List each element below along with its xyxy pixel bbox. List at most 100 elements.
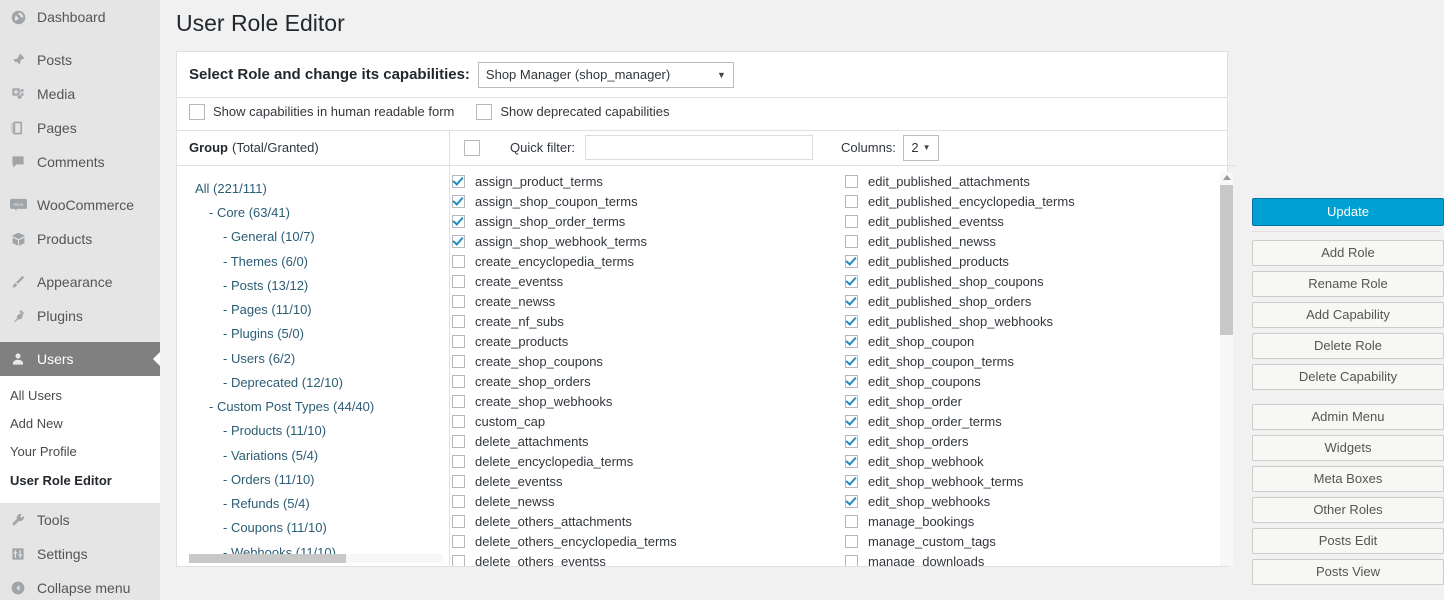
sidebar-item-media[interactable]: Media bbox=[0, 77, 160, 111]
capabilities-vscroll-thumb[interactable] bbox=[1220, 184, 1233, 335]
capability-checkbox[interactable] bbox=[452, 475, 465, 489]
posts-view-button[interactable]: Posts View bbox=[1252, 559, 1444, 585]
admin-menu-button[interactable]: Admin Menu bbox=[1252, 404, 1444, 430]
sidebar-subitem-your-profile[interactable]: Your Profile bbox=[0, 438, 160, 466]
sidebar-item-pages[interactable]: Pages bbox=[0, 111, 160, 145]
capability-row[interactable]: assign_product_terms bbox=[450, 172, 843, 192]
scroll-up-arrow-icon[interactable] bbox=[1222, 174, 1231, 180]
capability-row[interactable]: delete_encyclopedia_terms bbox=[450, 452, 843, 472]
capability-row[interactable]: delete_newss bbox=[450, 492, 843, 512]
select-all-capabilities-checkbox[interactable] bbox=[464, 139, 480, 156]
sidebar-item-woocommerce[interactable]: Woo WooCommerce bbox=[0, 188, 160, 222]
group-tree-item[interactable]: - Core (63/41) bbox=[177, 201, 449, 225]
group-tree-list[interactable]: All (221/111) - Core (63/41) - General (10… bbox=[177, 166, 449, 566]
capability-checkbox[interactable] bbox=[845, 175, 858, 189]
sidebar-item-tools[interactable]: Tools bbox=[0, 503, 160, 537]
capability-checkbox[interactable] bbox=[845, 295, 858, 309]
capability-checkbox[interactable] bbox=[452, 235, 465, 249]
group-tree-hscroll-thumb[interactable] bbox=[189, 553, 347, 563]
capability-checkbox[interactable] bbox=[845, 415, 858, 429]
capability-checkbox[interactable] bbox=[452, 495, 465, 509]
capability-checkbox[interactable] bbox=[845, 375, 858, 389]
capability-checkbox[interactable] bbox=[845, 315, 858, 329]
capability-row[interactable]: edit_published_shop_orders bbox=[843, 292, 1236, 312]
capability-row[interactable]: create_nf_subs bbox=[450, 312, 843, 332]
capability-row[interactable]: edit_shop_coupons bbox=[843, 372, 1236, 392]
role-select-dropdown[interactable]: Shop Manager (shop_manager) ▼ bbox=[477, 61, 734, 88]
capability-row[interactable]: edit_published_shop_coupons bbox=[843, 272, 1236, 292]
capabilities-vscrollbar[interactable] bbox=[1220, 171, 1233, 566]
group-tree-item[interactable]: - Custom Post Types (44/40) bbox=[177, 395, 449, 419]
rename-role-button[interactable]: Rename Role bbox=[1252, 271, 1444, 297]
capability-checkbox[interactable] bbox=[845, 515, 858, 529]
capability-checkbox[interactable] bbox=[845, 495, 858, 509]
sidebar-item-settings[interactable]: Settings bbox=[0, 537, 160, 571]
capability-checkbox[interactable] bbox=[845, 235, 858, 249]
add-role-button[interactable]: Add Role bbox=[1252, 240, 1444, 266]
show-deprecated-checkbox[interactable] bbox=[476, 103, 493, 120]
capability-row[interactable]: edit_published_encyclopedia_terms bbox=[843, 192, 1236, 212]
capability-row[interactable]: assign_shop_coupon_terms bbox=[450, 192, 843, 212]
capability-row[interactable]: delete_attachments bbox=[450, 432, 843, 452]
capability-row[interactable]: edit_published_products bbox=[843, 252, 1236, 272]
posts-edit-button[interactable]: Posts Edit bbox=[1252, 528, 1444, 554]
capability-checkbox[interactable] bbox=[845, 335, 858, 349]
delete-capability-button[interactable]: Delete Capability bbox=[1252, 364, 1444, 390]
group-tree-item[interactable]: - General (10/7) bbox=[177, 225, 449, 249]
capability-checkbox[interactable] bbox=[452, 535, 465, 549]
capability-row[interactable]: delete_others_encyclopedia_terms bbox=[450, 532, 843, 552]
capability-row[interactable]: create_eventss bbox=[450, 272, 843, 292]
capability-row[interactable]: create_encyclopedia_terms bbox=[450, 252, 843, 272]
capability-checkbox[interactable] bbox=[452, 435, 465, 449]
capability-checkbox[interactable] bbox=[452, 275, 465, 289]
sidebar-item-plugins[interactable]: Plugins bbox=[0, 299, 160, 333]
meta-boxes-button[interactable]: Meta Boxes bbox=[1252, 466, 1444, 492]
capability-checkbox[interactable] bbox=[452, 455, 465, 469]
capability-checkbox[interactable] bbox=[845, 275, 858, 289]
capability-row[interactable]: edit_shop_orders bbox=[843, 432, 1236, 452]
sidebar-item-collapse-menu[interactable]: Collapse menu bbox=[0, 571, 160, 600]
capability-row[interactable]: manage_downloads bbox=[843, 552, 1236, 566]
capability-row[interactable]: create_shop_webhooks bbox=[450, 392, 843, 412]
capability-checkbox[interactable] bbox=[452, 315, 465, 329]
group-tree-item[interactable]: - Coupons (11/10) bbox=[177, 516, 449, 540]
capability-row[interactable]: delete_others_attachments bbox=[450, 512, 843, 532]
widgets-button[interactable]: Widgets bbox=[1252, 435, 1444, 461]
capability-row[interactable]: edit_published_newss bbox=[843, 232, 1236, 252]
capability-row[interactable]: edit_shop_coupon bbox=[843, 332, 1236, 352]
capability-checkbox[interactable] bbox=[845, 355, 858, 369]
capability-checkbox[interactable] bbox=[452, 215, 465, 229]
group-tree-hscrollbar[interactable] bbox=[189, 553, 443, 563]
capability-checkbox[interactable] bbox=[452, 195, 465, 209]
capability-checkbox[interactable] bbox=[845, 475, 858, 489]
capability-checkbox[interactable] bbox=[845, 255, 858, 269]
capability-row[interactable]: custom_cap bbox=[450, 412, 843, 432]
capability-row[interactable]: edit_shop_order bbox=[843, 392, 1236, 412]
capability-row[interactable]: edit_published_shop_webhooks bbox=[843, 312, 1236, 332]
capability-row[interactable]: assign_shop_order_terms bbox=[450, 212, 843, 232]
capability-row[interactable]: edit_shop_order_terms bbox=[843, 412, 1236, 432]
sidebar-item-products[interactable]: Products bbox=[0, 222, 160, 256]
capability-row[interactable]: manage_bookings bbox=[843, 512, 1236, 532]
capability-row[interactable]: assign_shop_webhook_terms bbox=[450, 232, 843, 252]
group-tree-item[interactable]: - Pages (11/10) bbox=[177, 298, 449, 322]
capability-row[interactable]: edit_shop_webhook_terms bbox=[843, 472, 1236, 492]
group-tree-item[interactable]: - Posts (13/12) bbox=[177, 274, 449, 298]
capability-checkbox[interactable] bbox=[452, 255, 465, 269]
sidebar-item-dashboard[interactable]: Dashboard bbox=[0, 0, 160, 34]
sidebar-item-comments[interactable]: Comments bbox=[0, 145, 160, 179]
sidebar-item-appearance[interactable]: Appearance bbox=[0, 265, 160, 299]
capability-checkbox[interactable] bbox=[452, 295, 465, 309]
capability-checkbox[interactable] bbox=[452, 335, 465, 349]
group-tree-item[interactable]: - Users (6/2) bbox=[177, 347, 449, 371]
capability-row[interactable]: edit_shop_coupon_terms bbox=[843, 352, 1236, 372]
columns-select[interactable]: 2 ▼ bbox=[902, 134, 939, 161]
capability-checkbox[interactable] bbox=[845, 215, 858, 229]
sidebar-item-users[interactable]: Users bbox=[0, 342, 161, 376]
capability-row[interactable]: edit_published_attachments bbox=[843, 172, 1236, 192]
sidebar-subitem-add-new[interactable]: Add New bbox=[0, 410, 160, 438]
capability-checkbox[interactable] bbox=[452, 395, 465, 409]
capability-row[interactable]: create_products bbox=[450, 332, 843, 352]
capability-checkbox[interactable] bbox=[845, 435, 858, 449]
capability-checkbox[interactable] bbox=[452, 175, 465, 189]
